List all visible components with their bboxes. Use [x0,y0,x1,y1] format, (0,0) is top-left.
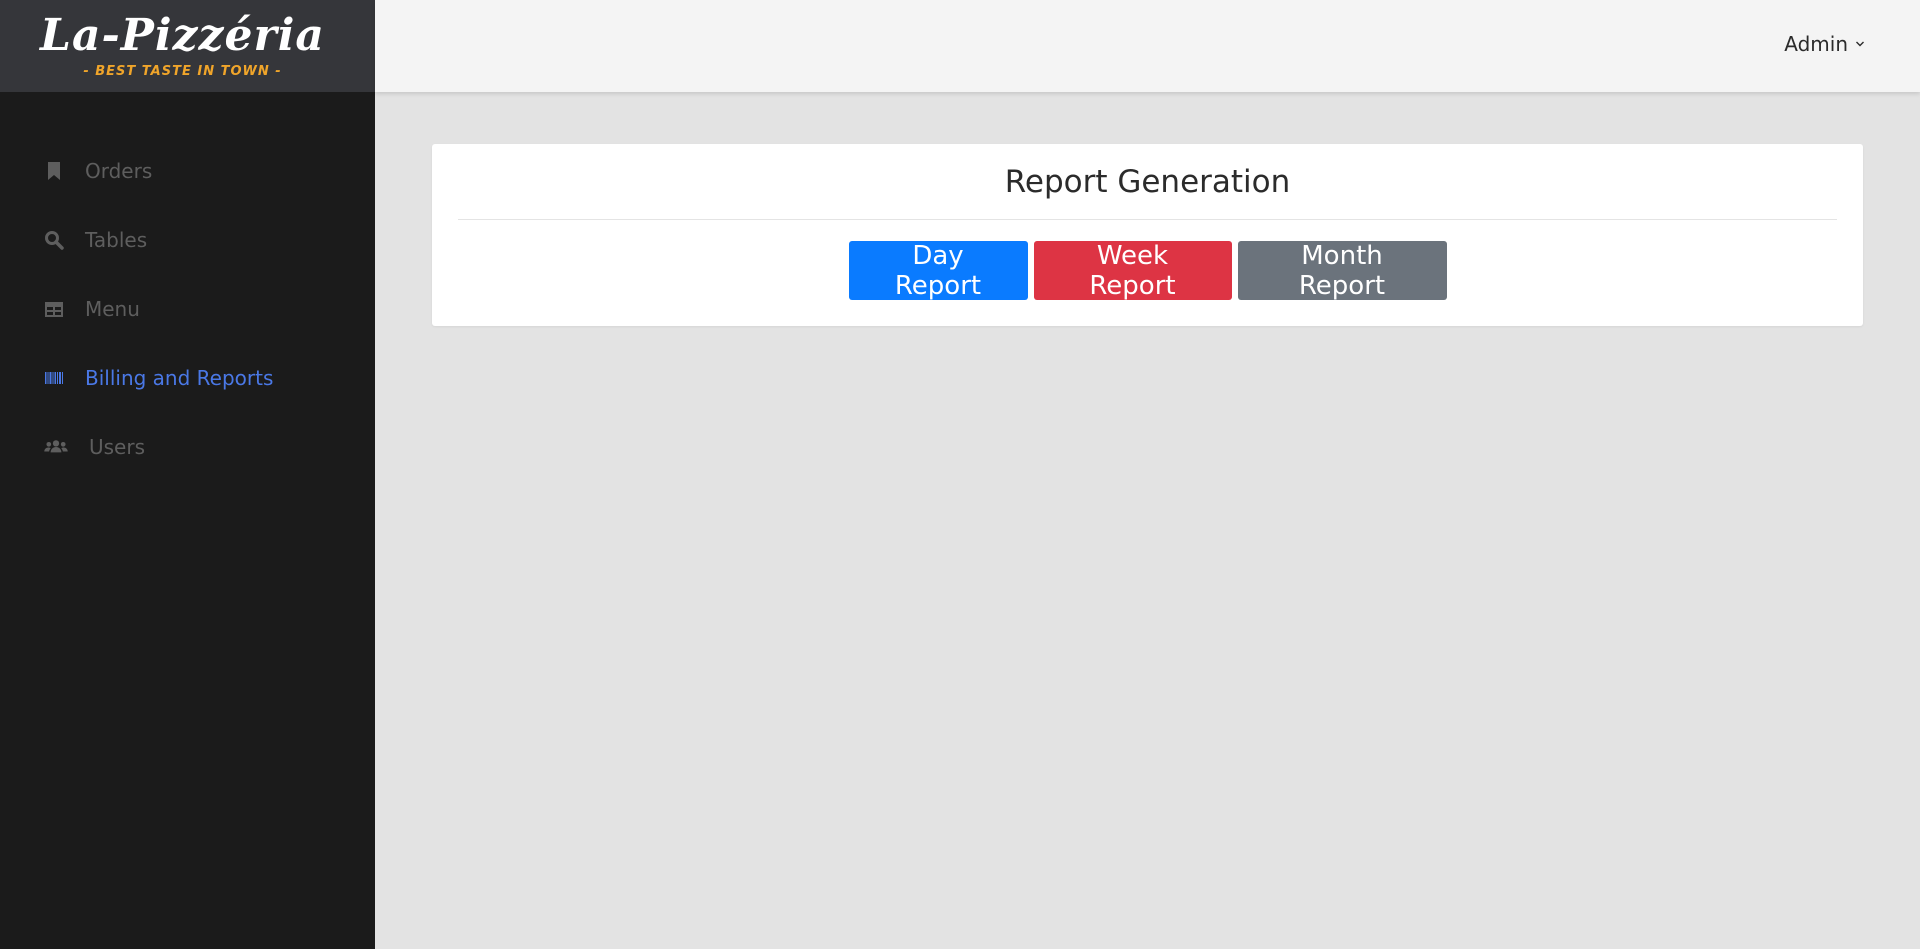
sidebar-item-label: Menu [85,296,140,321]
divider [458,219,1837,220]
sidebar-item-label: Billing and Reports [85,365,274,390]
sidebar-item-label: Tables [85,227,148,252]
search-icon [43,229,65,251]
table-icon [43,298,65,320]
report-generation-card: Report Generation Day Report Week Report… [432,144,1863,326]
chevron-down-icon [1854,38,1866,50]
sidebar-item-users[interactable]: Users [0,412,375,481]
sidebar: La-Pizzéria - BEST TASTE IN TOWN - Order… [0,0,375,949]
brand-tagline: - BEST TASTE IN TOWN - [83,63,282,79]
report-button-group: Day Report Week Report Month Report [432,241,1863,301]
users-icon [43,436,69,458]
top-bar: Admin [375,0,1920,92]
barcode-icon [43,367,65,389]
sidebar-item-label: Users [89,434,146,459]
month-report-button[interactable]: Month Report [1237,241,1447,301]
user-menu-dropdown[interactable]: Admin [1784,32,1866,56]
app-root: La-Pizzéria - BEST TASTE IN TOWN - Order… [0,0,1920,949]
day-report-button[interactable]: Day Report [848,241,1028,301]
page-title: Report Generation [1004,164,1291,200]
user-menu-label: Admin [1784,32,1848,56]
week-report-button[interactable]: Week Report [1033,241,1232,301]
sidebar-item-billing-and-reports[interactable]: Billing and Reports [0,343,375,412]
brand-logo-area[interactable]: La-Pizzéria - BEST TASTE IN TOWN - [0,0,375,92]
sidebar-nav: Orders Tables Menu Billing and Reports U… [0,136,375,481]
sidebar-item-orders[interactable]: Orders [0,136,375,205]
brand-logo: La-Pizzéria [40,9,325,61]
sidebar-item-tables[interactable]: Tables [0,205,375,274]
bookmark-icon [43,160,65,182]
sidebar-item-label: Orders [85,158,153,183]
sidebar-item-menu[interactable]: Menu [0,274,375,343]
